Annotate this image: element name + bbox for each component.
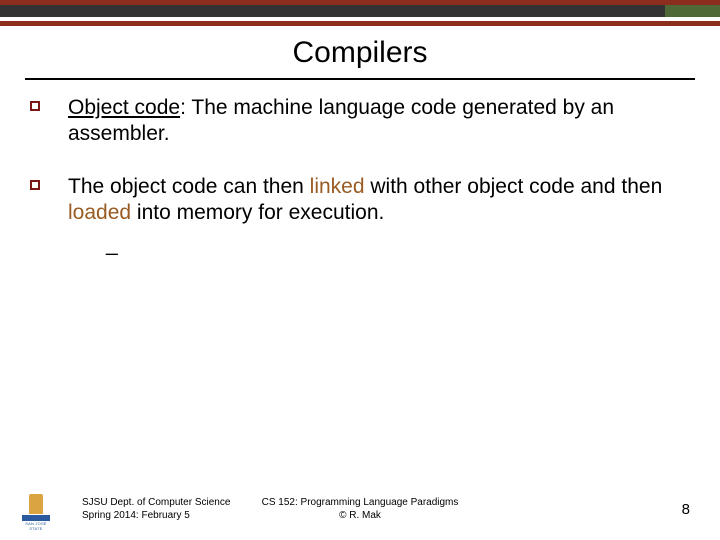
term-linked: linked (310, 175, 365, 198)
title-underline (25, 78, 695, 80)
bullet-item: Object code: The machine language code g… (30, 95, 690, 148)
bullet-text: Object code: The machine language code g… (68, 95, 690, 148)
page-number: 8 (682, 501, 690, 518)
bullet-item: The object code can then linked with oth… (30, 174, 690, 259)
square-bullet-icon (30, 180, 40, 190)
accent-corner-green (665, 5, 720, 17)
square-bullet-icon (30, 101, 40, 111)
term-loaded: loaded (68, 201, 131, 224)
slide: Compilers Object code: The machine langu… (0, 0, 720, 540)
bullet-text: The object code can then linked with oth… (68, 174, 690, 259)
content-area: Object code: The machine language code g… (30, 95, 690, 284)
footer-copyright: © R. Mak (262, 510, 459, 523)
text-post: into memory for execution. (131, 201, 384, 224)
slide-title: Compilers (0, 36, 720, 70)
term-object-code: Object code (68, 96, 180, 119)
bullet-marker (30, 95, 68, 148)
logo-label: SAN JOSÉ STATE (22, 521, 50, 531)
accent-bar-dark (0, 5, 720, 17)
footer-center: CS 152: Programming Language Paradigms ©… (0, 497, 720, 522)
text-pre: The object code can then (68, 175, 310, 198)
text-mid: with other object code and then (365, 175, 663, 198)
sub-bullet-dash: _ (68, 232, 690, 258)
bullet-marker (30, 174, 68, 259)
footer-course: CS 152: Programming Language Paradigms (262, 497, 459, 510)
footer: SAN JOSÉ STATE SJSU Dept. of Computer Sc… (0, 484, 720, 524)
accent-bar-red-bottom (0, 21, 720, 26)
